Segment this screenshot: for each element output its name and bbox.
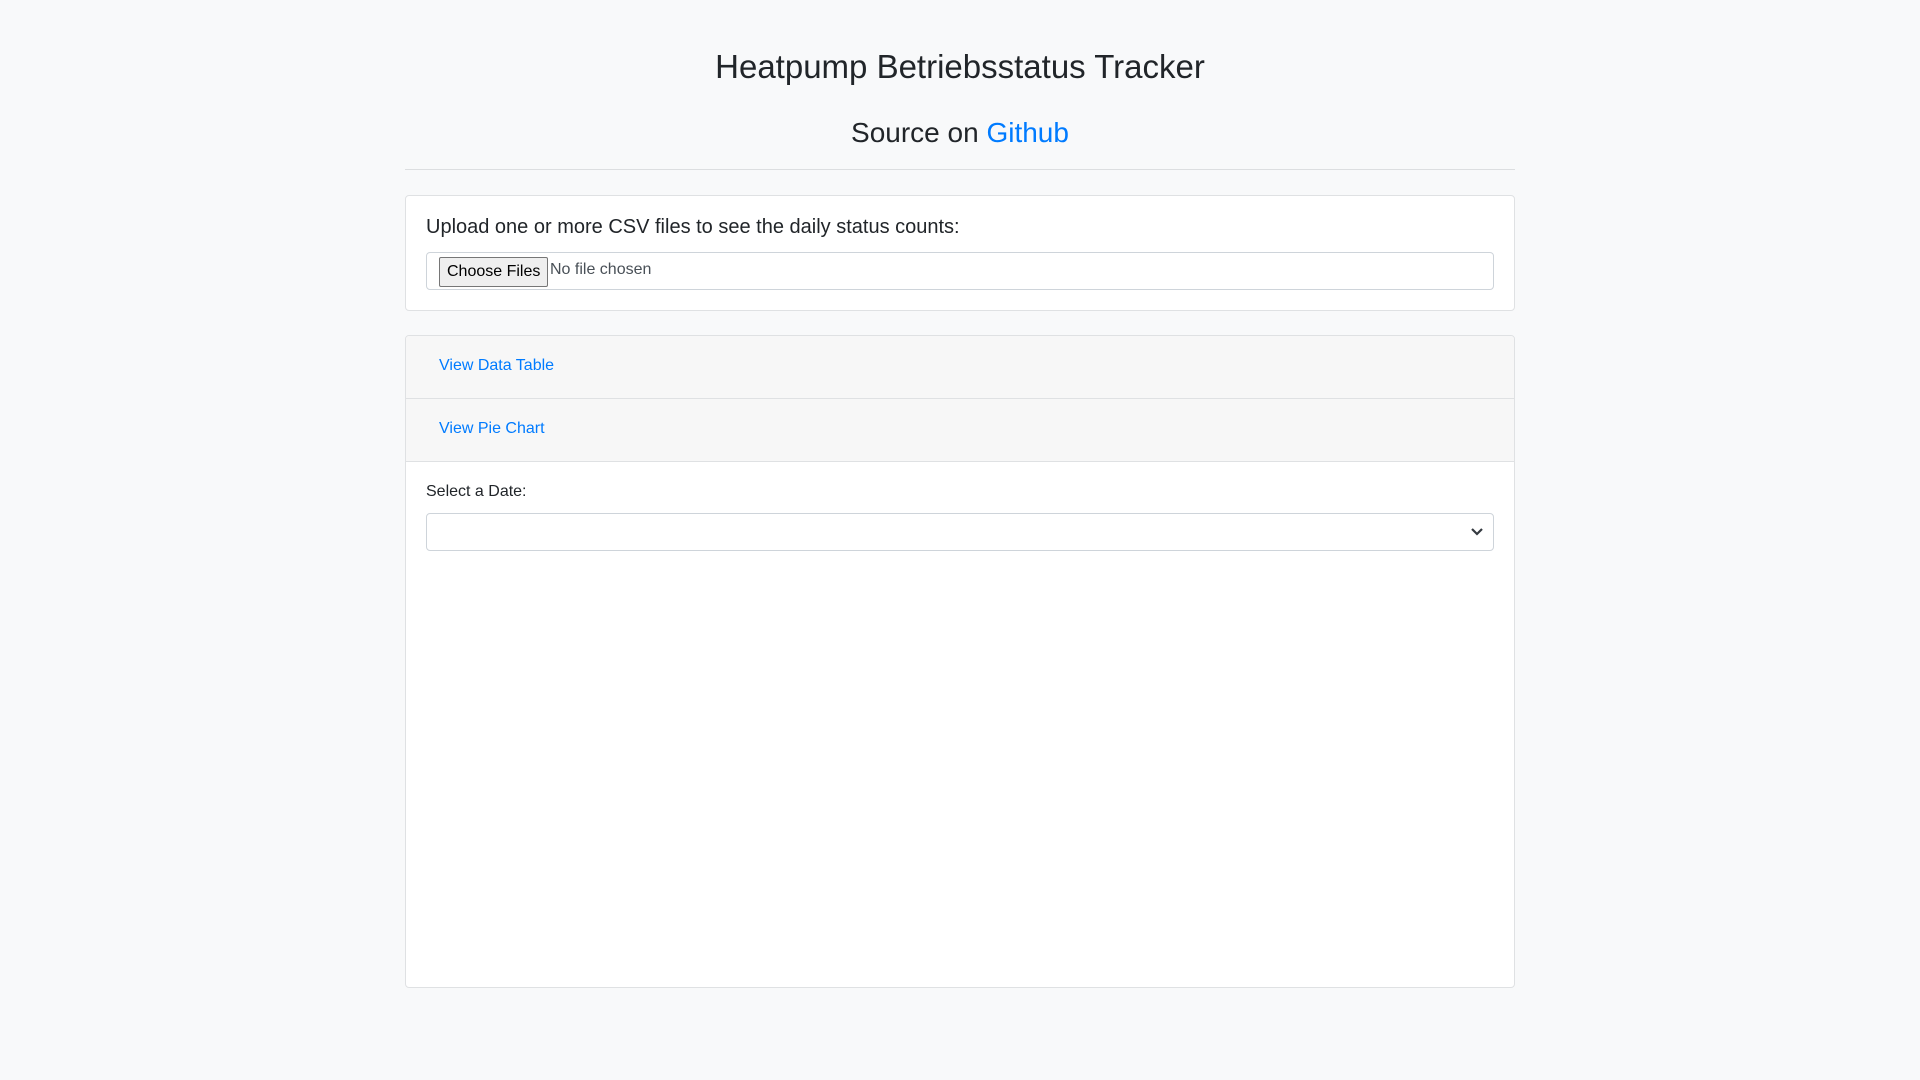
file-input[interactable]: Choose Files No file chosen	[426, 252, 1494, 290]
accordion-header-pie-chart: View Pie Chart	[406, 399, 1514, 462]
upload-card: Upload one or more CSV files to see the …	[405, 195, 1515, 311]
source-prefix: Source on	[851, 117, 979, 148]
source-line: Source on Github	[405, 117, 1515, 149]
upload-heading: Upload one or more CSV files to see the …	[426, 216, 960, 238]
view-pie-chart-link[interactable]: View Pie Chart	[439, 420, 545, 438]
view-data-table-link[interactable]: View Data Table	[439, 357, 554, 375]
github-link[interactable]: Github	[986, 117, 1069, 148]
choose-files-button[interactable]: Choose Files	[439, 257, 549, 287]
divider	[405, 169, 1515, 170]
page-title: Heatpump Betriebsstatus Tracker	[715, 48, 1205, 85]
date-select[interactable]	[426, 513, 1494, 551]
file-status: No file chosen	[550, 261, 652, 278]
accordion-header-data-table: View Data Table	[406, 336, 1514, 399]
date-select-label: Select a Date:	[426, 483, 527, 500]
accordion: View Data Table View Pie Chart Select a …	[405, 335, 1515, 988]
chevron-down-icon	[1471, 528, 1483, 536]
